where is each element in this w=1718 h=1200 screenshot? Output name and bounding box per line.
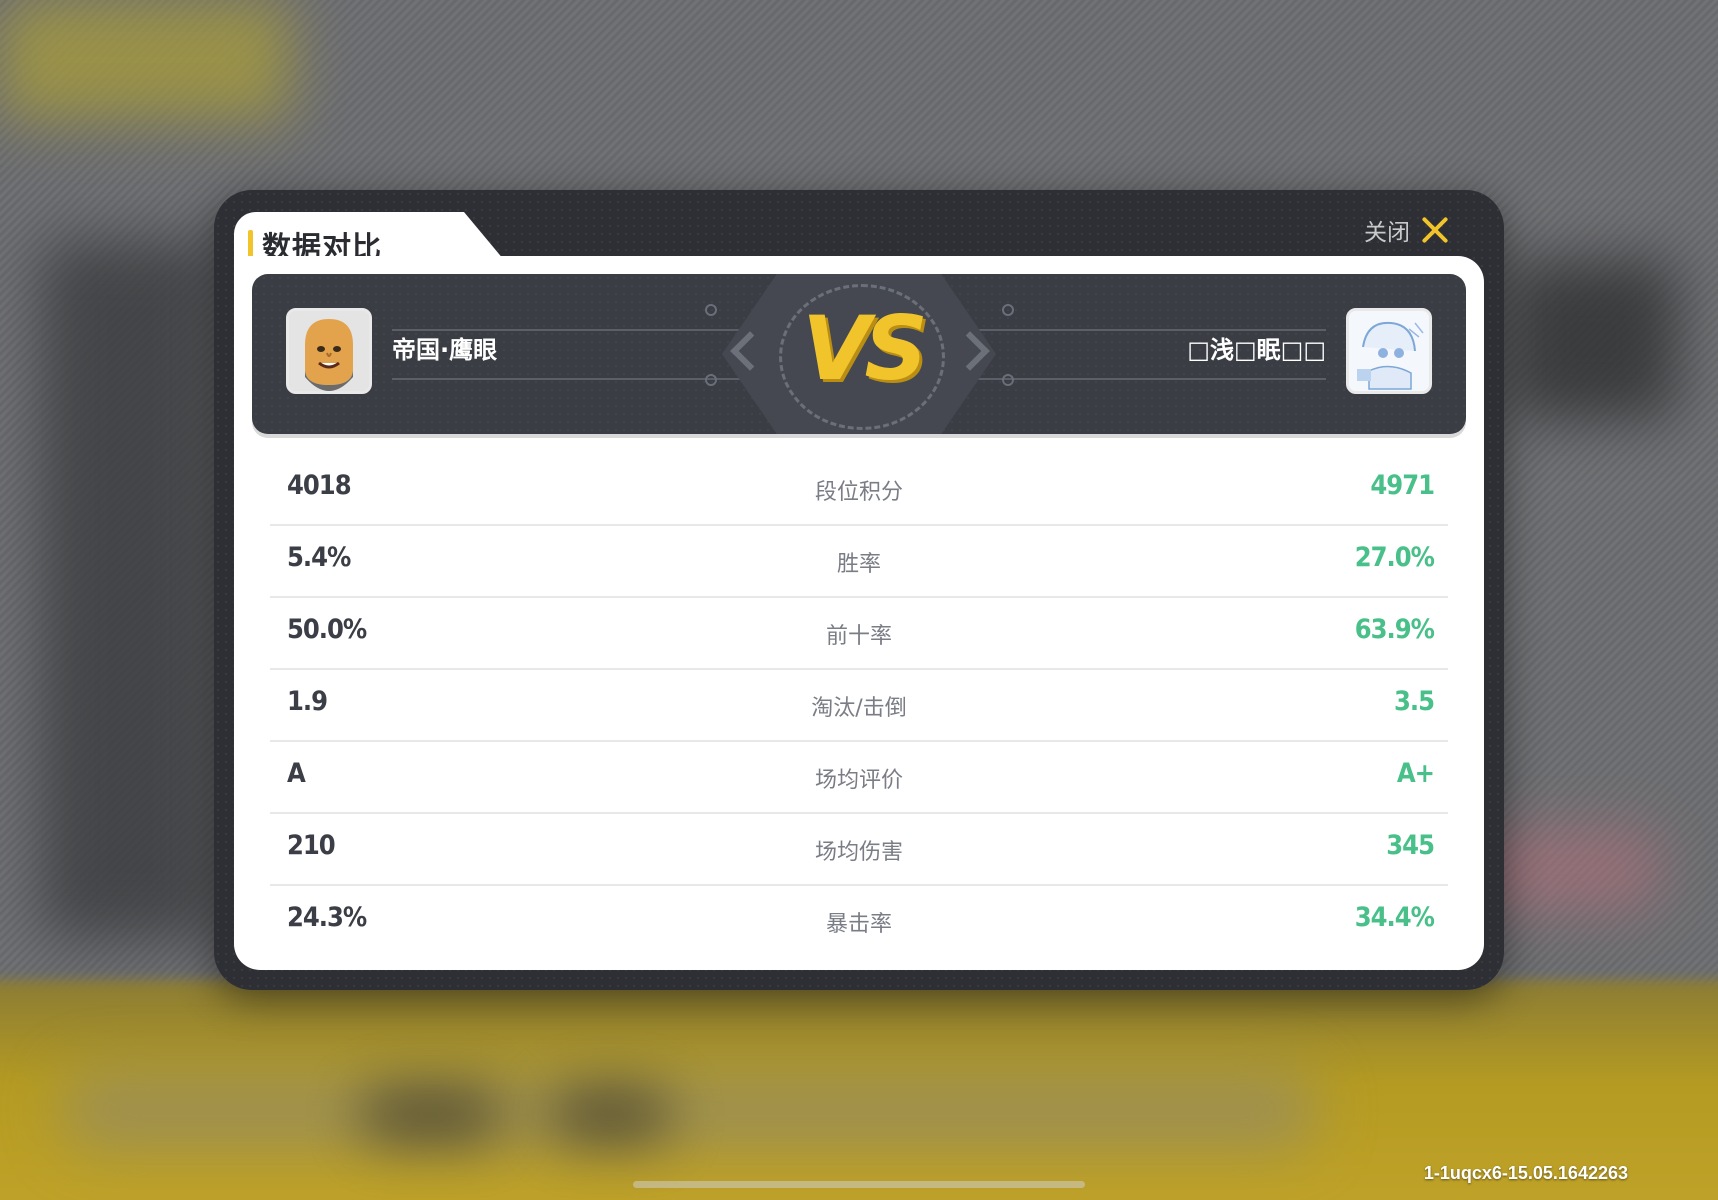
background-right-panel: [1508, 260, 1678, 420]
data-comparison-dialog: 数据对比 关闭 VS 帝国·鹰眼 □浅□眠□□ 4018 段位积分 4971 5…: [214, 190, 1504, 990]
right-value: 3.5: [1393, 686, 1435, 717]
close-button[interactable]: 关闭: [1364, 208, 1450, 252]
stat-row-rank-points: 4018 段位积分 4971: [270, 454, 1448, 526]
decor-dot: [705, 374, 717, 386]
right-value: 34.4%: [1354, 902, 1435, 933]
close-label: 关闭: [1364, 220, 1410, 246]
player-left-avatar: [286, 308, 372, 394]
decor-line: [966, 378, 1326, 380]
stat-label: 段位积分: [814, 480, 903, 505]
player-left-name: 帝国·鹰眼: [392, 336, 498, 364]
decor-dot: [1002, 374, 1014, 386]
right-value: A+: [1396, 758, 1435, 789]
stat-row-crit-rate: 24.3% 暴击率 34.4%: [270, 886, 1448, 956]
player-right-avatar: [1346, 308, 1432, 394]
stat-label: 前十率: [825, 624, 892, 649]
stat-row-top10-rate: 50.0% 前十率 63.9%: [270, 598, 1448, 670]
stat-label: 暴击率: [825, 912, 892, 937]
decor-dot: [705, 304, 717, 316]
stat-label: 场均伤害: [814, 840, 903, 865]
stat-label: 淘汰/击倒: [811, 696, 907, 721]
build-id: 1-1uqcx6-15.05.1642263: [1423, 1163, 1628, 1183]
right-value: 345: [1386, 830, 1435, 861]
chevron-right-icon: [962, 329, 988, 369]
stat-row-eliminations: 1.9 淘汰/击倒 3.5: [270, 670, 1448, 742]
background-yellow-panel: [0, 0, 290, 120]
stat-label: 场均评价: [814, 768, 903, 793]
anime-sketch-icon: [1349, 311, 1429, 391]
decor-dot: [1002, 304, 1014, 316]
stat-row-avg-rating: A 场均评价 A+: [270, 742, 1448, 814]
background-bottom-pill: [60, 1070, 1318, 1150]
decor-line: [392, 378, 752, 380]
player-right-name: □浅□眠□□: [1187, 336, 1326, 364]
stat-label: 胜率: [836, 552, 881, 577]
comparison-card: VS 帝国·鹰眼 □浅□眠□□ 4018 段位积分 4971 5.4% 胜率 2…: [234, 256, 1484, 970]
stats-table: 4018 段位积分 4971 5.4% 胜率 27.0% 50.0% 前十率 6…: [270, 454, 1448, 956]
vs-emblem: VS: [802, 297, 927, 400]
stat-row-avg-damage: 210 场均伤害 345: [270, 814, 1448, 886]
bald-face-icon: [289, 311, 369, 391]
close-icon[interactable]: [1420, 215, 1450, 245]
background-bottom-button: [360, 1090, 500, 1140]
vs-header: VS 帝国·鹰眼 □浅□眠□□: [252, 274, 1466, 434]
right-value: 4971: [1370, 470, 1435, 501]
background-pink-panel: [1478, 830, 1658, 910]
chevron-left-icon: [730, 329, 756, 369]
background-bottom-button: [550, 1090, 670, 1140]
title-accent-bar: [248, 230, 253, 258]
stat-row-win-rate: 5.4% 胜率 27.0%: [270, 526, 1448, 598]
right-value: 27.0%: [1354, 542, 1435, 573]
background-left-panel: [40, 240, 220, 940]
home-indicator[interactable]: [633, 1181, 1085, 1188]
right-value: 63.9%: [1354, 614, 1435, 645]
